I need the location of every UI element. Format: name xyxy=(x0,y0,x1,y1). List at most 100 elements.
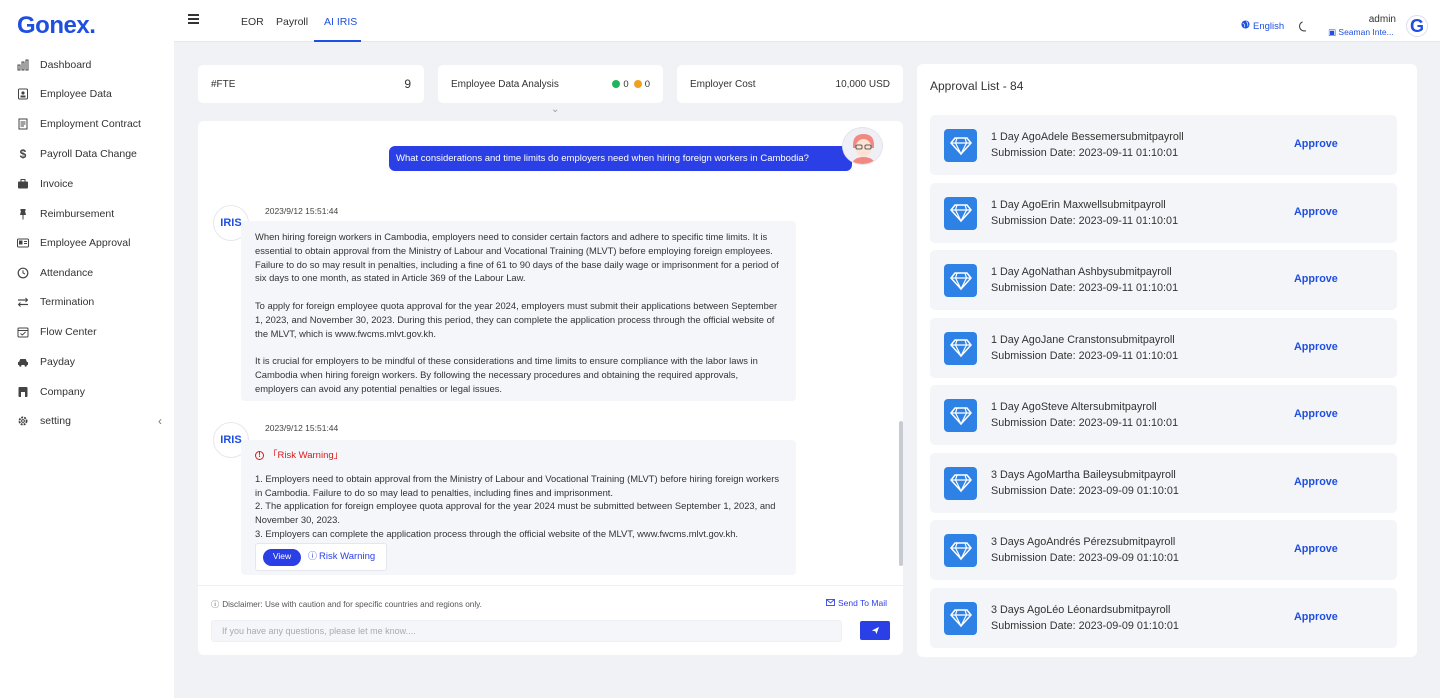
chat-footer: ⓘ Disclaimer: Use with caution and for s… xyxy=(198,585,903,655)
tab-ai-iris[interactable]: AI IRIS xyxy=(324,16,357,28)
fte-value: 9 xyxy=(404,77,411,91)
mail-icon xyxy=(826,598,835,608)
moon-icon[interactable] xyxy=(1297,20,1310,33)
answer-paragraph: When hiring foreign workers in Cambodia,… xyxy=(255,231,779,284)
dollar-icon: $ xyxy=(19,147,27,161)
approve-button[interactable]: Approve xyxy=(1294,543,1338,555)
approve-button[interactable]: Approve xyxy=(1294,273,1338,285)
approval-submission-date: Submission Date: 2023-09-11 01:10:01 xyxy=(991,214,1179,227)
sidebar-item-employee-data[interactable]: Employee Data xyxy=(0,82,174,106)
approval-item: 1 Day AgoNathan Ashbysubmitpayroll Submis… xyxy=(930,250,1397,310)
send-to-mail-link[interactable]: Send To Mail xyxy=(826,598,887,608)
employee-data-analysis-card[interactable]: Employee Data Analysis 0 0 xyxy=(438,65,663,103)
language-selector[interactable]: English xyxy=(1241,20,1284,32)
sidebar-item-payday[interactable]: Payday xyxy=(0,350,174,374)
approval-item: 3 Days AgoMartha Baileysubmitpayroll Subm… xyxy=(930,452,1397,513)
diamond-icon xyxy=(944,331,977,365)
approve-button[interactable]: Approve xyxy=(1294,138,1338,150)
chat-scrollbar[interactable] xyxy=(899,421,903,566)
approval-panel: Approval List - 84 1 Day AgoAdele Bessem… xyxy=(917,64,1417,657)
sidebar-item-flow-center[interactable]: Flow Center xyxy=(0,320,174,344)
chat-input[interactable] xyxy=(211,620,842,642)
send-button[interactable] xyxy=(860,621,890,640)
approval-submission-date: Submission Date: 2023-09-11 01:10:01 xyxy=(991,282,1179,294)
topbar: EOR Payroll AI IRIS English admin ▣ Seam… xyxy=(174,0,1440,42)
message-timestamp: 2023/9/12 15:51:44 xyxy=(265,423,339,433)
green-status-dot xyxy=(612,80,621,88)
sidebar-item-payroll-data-change[interactable]: $ Payroll Data Change xyxy=(0,142,174,166)
approve-button[interactable]: Approve xyxy=(1294,476,1338,488)
answer-paragraph: To apply for foreign employee quota appr… xyxy=(255,299,778,339)
approval-submission-date: Submission Date: 2023-09-09 01:10:01 xyxy=(991,619,1179,632)
diamond-icon xyxy=(944,534,977,567)
approve-button[interactable]: Approve xyxy=(1294,206,1338,218)
sidebar-item-label: Reimbursement xyxy=(40,208,115,220)
approval-submission-date: Submission Date: 2023-09-09 01:10:01 xyxy=(991,484,1179,497)
diamond-icon xyxy=(944,196,977,230)
sidebar-item-invoice[interactable]: Invoice xyxy=(0,172,174,196)
chevron-left-icon[interactable]: ‹ xyxy=(158,414,162,428)
disclaimer: ⓘ Disclaimer: Use with caution and for s… xyxy=(211,599,482,610)
answer-paragraph: It is crucial for employers to be mindfu… xyxy=(255,355,758,394)
sidebar-item-employment-contract[interactable]: Employment Contract xyxy=(0,112,174,136)
diamond-icon xyxy=(944,399,977,432)
sidebar-item-label: Employee Data xyxy=(40,88,112,100)
employer-cost-card: Employer Cost 10,000 USD xyxy=(677,65,903,103)
approve-button[interactable]: Approve xyxy=(1294,408,1338,420)
calendar-check-icon xyxy=(17,326,29,338)
avatar[interactable]: G xyxy=(1406,15,1428,37)
risk-line: 3. Employers can complete the applicatio… xyxy=(255,527,739,539)
approval-summary: 1 Day AgoSteve Altersubmitpayroll xyxy=(991,401,1157,413)
alert-icon: ! xyxy=(255,451,264,461)
sidebar-item-label: Attendance xyxy=(40,267,94,279)
message-timestamp: 2023/9/12 15:51:44 xyxy=(265,206,339,216)
sidebar-item-reimbursement[interactable]: Reimbursement xyxy=(0,202,174,226)
approval-submission-date: Submission Date: 2023-09-09 01:10:01 xyxy=(991,552,1179,564)
sidebar-item-label: Company xyxy=(40,386,85,398)
diamond-icon xyxy=(944,601,977,635)
approval-summary: 3 Days AgoMartha Baileysubmitpayroll xyxy=(991,468,1176,481)
chevron-down-icon[interactable]: ⌄ xyxy=(551,104,559,115)
risk-warning-link[interactable]: ⓘ Risk Warning xyxy=(308,550,375,564)
sidebar-item-label: Dashboard xyxy=(40,59,92,71)
sidebar-item-dashboard[interactable]: Dashboard xyxy=(0,53,174,77)
menu-icon[interactable] xyxy=(188,14,199,24)
tab-payroll[interactable]: Payroll xyxy=(276,16,308,28)
contact-card-icon xyxy=(17,237,29,249)
document-icon xyxy=(17,118,29,130)
sidebar-item-label: Payroll Data Change xyxy=(40,148,137,160)
approve-button[interactable]: Approve xyxy=(1294,611,1338,623)
user-company[interactable]: ▣ Seaman Inte... xyxy=(1328,27,1394,38)
approval-list-title: Approval List - 84 xyxy=(930,79,1024,93)
info-icon: ⓘ xyxy=(308,551,318,562)
approval-summary: 3 Days AgoLéo Léonardsubmitpayroll xyxy=(991,603,1171,616)
analysis-label: Employee Data Analysis xyxy=(451,78,559,90)
language-label: English xyxy=(1253,20,1285,32)
brand-logo[interactable]: Gonex. xyxy=(17,12,96,40)
approval-summary: 1 Day AgoAdele Bessemersubmitpayroll xyxy=(991,131,1184,143)
cost-value: 10,000 USD xyxy=(835,78,890,90)
sidebar-item-label: Payday xyxy=(40,356,76,368)
diamond-icon xyxy=(944,466,977,500)
sidebar-item-attendance[interactable]: Attendance xyxy=(0,261,174,285)
approval-summary: 1 Day AgoErin Maxwellsubmitpayroll xyxy=(991,198,1166,211)
sidebar-item-termination[interactable]: Termination xyxy=(0,290,174,314)
approval-summary: 3 Days AgoAndrés Pérezsubmitpayroll xyxy=(991,536,1176,548)
car-icon xyxy=(17,356,29,368)
risk-actions: View ⓘ Risk Warning xyxy=(255,543,387,571)
approve-button[interactable]: Approve xyxy=(1294,341,1338,353)
user-name[interactable]: admin xyxy=(1356,14,1396,25)
approval-submission-date: Submission Date: 2023-09-11 01:10:01 xyxy=(991,147,1179,159)
approval-submission-date: Submission Date: 2023-09-11 01:10:01 xyxy=(991,349,1179,362)
sidebar-item-setting[interactable]: setting ‹ xyxy=(0,409,174,433)
send-icon xyxy=(871,623,880,638)
sidebar-item-label: Termination xyxy=(40,296,95,308)
sidebar-item-employee-approval[interactable]: Employee Approval xyxy=(0,231,174,255)
approval-item: 3 Days AgoLéo Léonardsubmitpayroll Submis… xyxy=(930,587,1397,648)
sidebar-item-company[interactable]: Company xyxy=(0,380,174,404)
orange-status-dot xyxy=(633,80,642,88)
view-button[interactable]: View xyxy=(263,548,301,566)
diamond-icon xyxy=(944,129,977,162)
gear-icon xyxy=(17,415,29,427)
tab-eor[interactable]: EOR xyxy=(241,16,264,28)
